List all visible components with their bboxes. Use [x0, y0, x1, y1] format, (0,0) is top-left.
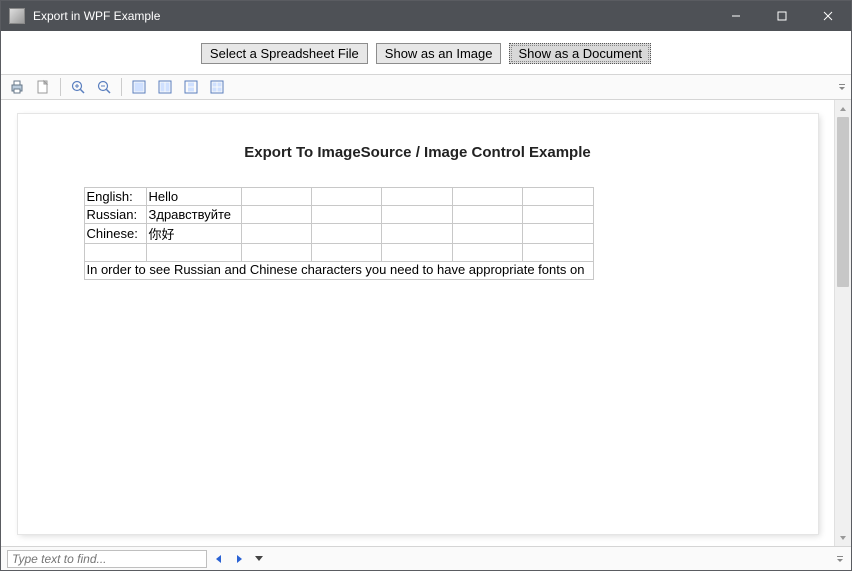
- cell-empty: [382, 206, 452, 224]
- cell-empty: [311, 224, 381, 244]
- table-row: English: Hello: [84, 188, 593, 206]
- layout-facing-icon: [157, 79, 173, 95]
- cell-note: In order to see Russian and Chinese char…: [84, 262, 593, 280]
- table-row: Chinese: 你好: [84, 224, 593, 244]
- chevron-up-icon: [839, 106, 847, 112]
- triangle-down-icon: [255, 556, 263, 562]
- cell-empty: [311, 244, 381, 262]
- triangle-right-icon: [235, 555, 243, 563]
- print-button[interactable]: [5, 76, 29, 98]
- action-button-row: Select a Spreadsheet File Show as an Ima…: [1, 31, 851, 74]
- chevron-down-icon: [836, 555, 844, 563]
- cell-empty: [311, 188, 381, 206]
- page-icon: [35, 79, 51, 95]
- cell-empty: [311, 206, 381, 224]
- cell-empty: [382, 188, 452, 206]
- window-title: Export in WPF Example: [33, 9, 713, 23]
- triangle-left-icon: [215, 555, 223, 563]
- cell-empty: [241, 224, 311, 244]
- find-bar: [1, 546, 851, 570]
- minimize-button[interactable]: [713, 1, 759, 31]
- scroll-thumb[interactable]: [837, 117, 849, 287]
- close-button[interactable]: [805, 1, 851, 31]
- chevron-down-icon: [839, 535, 847, 541]
- cell-empty: [241, 206, 311, 224]
- table-row: [84, 244, 593, 262]
- cell-empty: [382, 224, 452, 244]
- layout-book-icon: [209, 79, 225, 95]
- separator: [60, 78, 61, 96]
- print-icon: [9, 79, 25, 95]
- show-as-document-button[interactable]: Show as a Document: [509, 43, 651, 64]
- cell-empty: [382, 244, 452, 262]
- zoom-in-icon: [70, 79, 86, 95]
- close-icon: [823, 11, 833, 21]
- cell-value: Hello: [146, 188, 241, 206]
- table-row: Russian: Здравствуйте: [84, 206, 593, 224]
- cell-empty: [523, 206, 593, 224]
- findbar-overflow-button[interactable]: [835, 548, 845, 570]
- layout-continuous-icon: [183, 79, 199, 95]
- cell-empty: [452, 244, 522, 262]
- minimize-icon: [731, 11, 741, 21]
- cell-empty: [241, 244, 311, 262]
- zoom-out-button[interactable]: [92, 76, 116, 98]
- viewer-toolbar: [1, 74, 851, 100]
- maximize-button[interactable]: [759, 1, 805, 31]
- cell-empty: [84, 244, 146, 262]
- table-row: In order to see Russian and Chinese char…: [84, 262, 593, 280]
- find-next-button[interactable]: [231, 551, 247, 567]
- find-options-button[interactable]: [251, 551, 267, 567]
- cell-label: Russian:: [84, 206, 146, 224]
- page-title: Export To ImageSource / Image Control Ex…: [84, 144, 752, 161]
- maximize-icon: [777, 11, 787, 21]
- chevron-down-icon: [838, 83, 846, 91]
- spreadsheet-table: English: Hello Russian: Здравствуйте Chi…: [84, 187, 594, 280]
- cell-empty: [523, 188, 593, 206]
- document-viewer: Export To ImageSource / Image Control Ex…: [1, 100, 851, 546]
- page-container: Export To ImageSource / Image Control Ex…: [1, 100, 834, 546]
- cell-empty: [523, 224, 593, 244]
- layout-facing-button[interactable]: [153, 76, 177, 98]
- app-icon: [9, 8, 25, 24]
- zoom-in-button[interactable]: [66, 76, 90, 98]
- separator: [121, 78, 122, 96]
- zoom-out-icon: [96, 79, 112, 95]
- select-file-button[interactable]: Select a Spreadsheet File: [201, 43, 368, 64]
- cell-value: Здравствуйте: [146, 206, 241, 224]
- cell-empty: [146, 244, 241, 262]
- document-page: Export To ImageSource / Image Control Ex…: [18, 114, 818, 534]
- cell-empty: [452, 206, 522, 224]
- cell-label: Chinese:: [84, 224, 146, 244]
- cell-empty: [452, 188, 522, 206]
- find-prev-button[interactable]: [211, 551, 227, 567]
- layout-single-button[interactable]: [127, 76, 151, 98]
- scroll-up-button[interactable]: [835, 100, 851, 117]
- layout-continuous-button[interactable]: [179, 76, 203, 98]
- scroll-down-button[interactable]: [835, 529, 851, 546]
- show-as-image-button[interactable]: Show as an Image: [376, 43, 502, 64]
- layout-single-icon: [131, 79, 147, 95]
- blank-page-button[interactable]: [31, 76, 55, 98]
- layout-book-button[interactable]: [205, 76, 229, 98]
- scroll-track[interactable]: [835, 117, 851, 529]
- search-input[interactable]: [7, 550, 207, 568]
- toolbar-overflow-button[interactable]: [837, 76, 847, 98]
- cell-empty: [523, 244, 593, 262]
- cell-value: 你好: [146, 224, 241, 244]
- note-text: In order to see Russian and Chinese char…: [87, 262, 585, 277]
- cell-empty: [452, 224, 522, 244]
- cell-empty: [241, 188, 311, 206]
- titlebar: Export in WPF Example: [1, 1, 851, 31]
- vertical-scrollbar[interactable]: [834, 100, 851, 546]
- app-window: Export in WPF Example Select a Spreadshe…: [0, 0, 852, 571]
- cell-label: English:: [84, 188, 146, 206]
